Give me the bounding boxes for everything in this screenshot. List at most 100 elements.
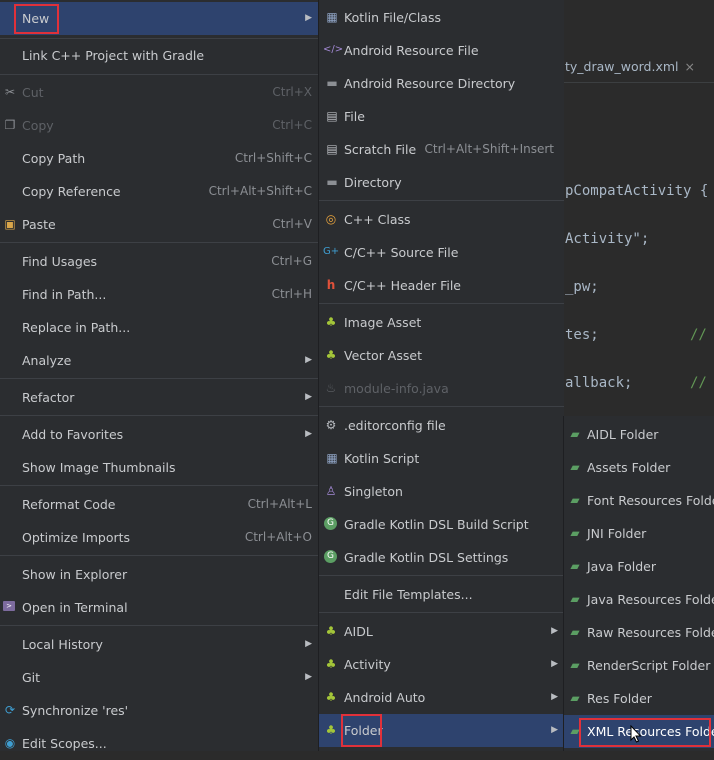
menu-item-label: Synchronize 'res' [22, 703, 129, 718]
menu-item-label: Open in Terminal [22, 600, 128, 615]
cpp-source-icon: G+ [323, 246, 340, 257]
gradle-icon: G [324, 517, 337, 530]
android-folder-icon: ▰ [570, 592, 580, 606]
chevron-right-icon: ▶ [305, 13, 312, 23]
menu-item-label: Find Usages [22, 254, 98, 269]
menu-item-raw-resources-folder[interactable]: ▰ Raw Resources Folder [564, 616, 714, 649]
menu-item-show-in-explorer[interactable]: Show in Explorer [0, 558, 318, 591]
menu-item-res-folder[interactable]: ▰ Res Folder [564, 682, 714, 715]
menu-item-kotlin-file[interactable]: ▦ Kotlin File/Class [319, 1, 564, 34]
editor-tab[interactable]: ty_draw_word.xml × [565, 52, 695, 82]
menu-item-label: Copy [22, 118, 54, 133]
android-folder-icon: ▰ [570, 427, 580, 441]
code-comment: // [690, 327, 707, 343]
menu-item-singleton[interactable]: ♙ Singleton [319, 475, 564, 508]
menu-item-show-image-thumbnails[interactable]: Show Image Thumbnails [0, 451, 318, 484]
menu-item-cut[interactable]: ✂ Cut Ctrl+X [0, 76, 318, 109]
menu-item-label: Find in Path... [22, 287, 107, 302]
menu-item-find-usages[interactable]: Find Usages Ctrl+G [0, 245, 318, 278]
menu-item-editorconfig[interactable]: ⚙ .editorconfig file [319, 409, 564, 442]
shortcut-label: Ctrl+G [271, 254, 312, 268]
menu-item-vector-asset[interactable]: ♣ Vector Asset [319, 339, 564, 372]
copy-icon: ❐ [4, 118, 16, 132]
menu-item-edit-file-templates[interactable]: Edit File Templates... [319, 578, 564, 611]
menu-item-label: Raw Resources Folder [587, 625, 714, 640]
gradle-icon: G [324, 550, 337, 563]
menu-item-analyze[interactable]: Analyze ▶ [0, 344, 318, 377]
menu-separator [319, 303, 564, 304]
menu-item-renderscript-folder[interactable]: ▰ RenderScript Folder [564, 649, 714, 682]
menu-item-aidl-folder[interactable]: ▰ AIDL Folder [564, 418, 714, 451]
code-text: allback; [565, 375, 633, 391]
menu-item-activity[interactable]: ♣ Activity ▶ [319, 648, 564, 681]
menu-item-refactor[interactable]: Refactor ▶ [0, 381, 318, 414]
android-folder-icon: ▰ [570, 493, 580, 507]
menu-item-label: Java Folder [587, 559, 657, 574]
menu-item-add-to-favorites[interactable]: Add to Favorites ▶ [0, 418, 318, 451]
menu-item-android-auto[interactable]: ♣ Android Auto ▶ [319, 681, 564, 714]
menu-item-find-in-path[interactable]: Find in Path... Ctrl+H [0, 278, 318, 311]
menu-item-open-in-terminal[interactable]: > Open in Terminal [0, 591, 318, 624]
menu-item-replace-in-path[interactable]: Replace in Path... [0, 311, 318, 344]
menu-item-label: Add to Favorites [22, 427, 124, 442]
menu-item-copy[interactable]: ❐ Copy Ctrl+C [0, 109, 318, 142]
menu-item-label: Android Resource Directory [344, 76, 516, 91]
mouse-cursor-icon [630, 725, 642, 743]
highlight-box [14, 4, 59, 34]
menu-item-assets-folder[interactable]: ▰ Assets Folder [564, 451, 714, 484]
menu-item-java-resources-folder[interactable]: ▰ Java Resources Folder [564, 583, 714, 616]
menu-item-image-asset[interactable]: ♣ Image Asset [319, 306, 564, 339]
cpp-class-icon: ◎ [325, 212, 337, 226]
menu-item-gradle-build-script[interactable]: G Gradle Kotlin DSL Build Script [319, 508, 564, 541]
menu-item-java-folder[interactable]: ▰ Java Folder [564, 550, 714, 583]
menu-separator [0, 74, 318, 75]
folder-icon: ▬ [326, 76, 338, 90]
menu-item-label: Activity [344, 657, 391, 672]
menu-separator [319, 612, 564, 613]
menu-item-font-resources-folder[interactable]: ▰ Font Resources Folder [564, 484, 714, 517]
code-line: _pw; [565, 279, 599, 295]
menu-item-label: Show in Explorer [22, 567, 128, 582]
menu-item-cpp-header[interactable]: h C/C++ Header File [319, 269, 564, 302]
menu-item-link-cpp[interactable]: Link C++ Project with Gradle [0, 39, 318, 72]
menu-item-synchronize[interactable]: ⟳ Synchronize 'res' [0, 694, 318, 727]
menu-separator [0, 625, 318, 626]
code-line: tes; // [565, 327, 707, 343]
new-submenu: ▦ Kotlin File/Class </> Android Resource F… [318, 0, 564, 751]
menu-item-label: Assets Folder [587, 460, 671, 475]
menu-item-kotlin-script[interactable]: ▦ Kotlin Script [319, 442, 564, 475]
shortcut-label: Ctrl+X [272, 85, 312, 99]
shortcut-label: Ctrl+Shift+C [234, 151, 312, 165]
menu-item-reformat-code[interactable]: Reformat Code Ctrl+Alt+L [0, 488, 318, 521]
chevron-right-icon: ▶ [305, 392, 312, 402]
menu-item-edit-scopes[interactable]: ◉ Edit Scopes... [0, 727, 318, 760]
terminal-icon: > [3, 601, 15, 611]
menu-item-cpp-source[interactable]: G+ C/C++ Source File [319, 236, 564, 269]
menu-item-android-resource-file[interactable]: </> Android Resource File [319, 34, 564, 67]
close-icon[interactable]: × [685, 59, 695, 74]
menu-item-label: Cut [22, 85, 44, 100]
menu-separator [0, 378, 318, 379]
menu-item-jni-folder[interactable]: ▰ JNI Folder [564, 517, 714, 550]
menu-item-label: Git [22, 670, 41, 685]
menu-item-module-info[interactable]: ♨ module-info.java [319, 372, 564, 405]
menu-item-copy-reference[interactable]: Copy Reference Ctrl+Alt+Shift+C [0, 175, 318, 208]
menu-item-cpp-class[interactable]: ◎ C++ Class [319, 203, 564, 236]
menu-item-file[interactable]: ▤ File [319, 100, 564, 133]
menu-item-git[interactable]: Git ▶ [0, 661, 318, 694]
menu-item-scratch-file[interactable]: ▤ Scratch File Ctrl+Alt+Shift+Insert [319, 133, 564, 166]
menu-item-aidl[interactable]: ♣ AIDL ▶ [319, 615, 564, 648]
menu-item-copy-path[interactable]: Copy Path Ctrl+Shift+C [0, 142, 318, 175]
chevron-right-icon: ▶ [551, 626, 558, 636]
android-icon: ♣ [325, 624, 337, 638]
menu-item-directory[interactable]: ▬ Directory [319, 166, 564, 199]
menu-item-paste[interactable]: ▣ Paste Ctrl+V [0, 208, 318, 241]
menu-item-optimize-imports[interactable]: Optimize Imports Ctrl+Alt+O [0, 521, 318, 554]
menu-item-local-history[interactable]: Local History ▶ [0, 628, 318, 661]
menu-item-label: C/C++ Source File [344, 245, 459, 260]
menu-item-label: Local History [22, 637, 103, 652]
menu-item-label: Reformat Code [22, 497, 116, 512]
menu-item-label: Optimize Imports [22, 530, 131, 545]
menu-item-android-resource-directory[interactable]: ▬ Android Resource Directory [319, 67, 564, 100]
menu-item-gradle-settings[interactable]: G Gradle Kotlin DSL Settings [319, 541, 564, 574]
